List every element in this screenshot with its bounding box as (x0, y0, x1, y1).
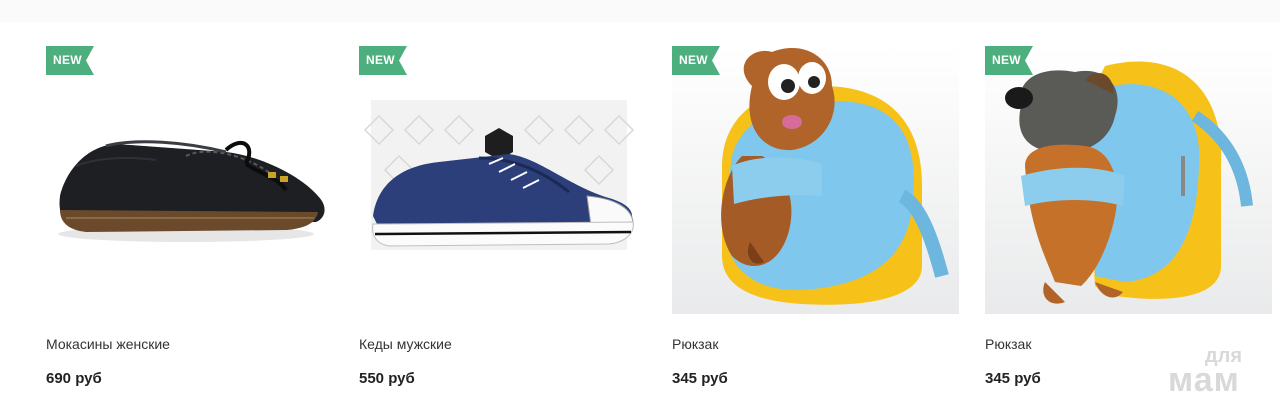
product-image[interactable]: NEW (985, 46, 1272, 314)
new-badge: NEW (46, 46, 94, 75)
product-card[interactable]: NEW Мокасины женские 690 руб (46, 46, 333, 388)
product-card[interactable]: NEW Кеды мужские 550 руб (359, 46, 646, 388)
new-badge: NEW (672, 46, 720, 75)
product-image[interactable]: NEW (46, 46, 333, 314)
product-title[interactable]: Кеды мужские (359, 336, 646, 353)
watermark-line2: мам (1168, 361, 1240, 399)
dog-backpack-image (985, 46, 1272, 314)
new-badge: NEW (359, 46, 407, 75)
beaver-backpack-image (672, 46, 959, 314)
product-grid: NEW Мокасины женские 690 руб NEW Кеды му… (46, 46, 1272, 388)
product-card[interactable]: NEW Рюкзак 345 руб (985, 46, 1272, 388)
product-price: 345 руб (672, 370, 728, 387)
sneaker-image (359, 46, 646, 314)
product-image[interactable]: NEW (359, 46, 646, 314)
product-title[interactable]: Рюкзак (672, 336, 959, 353)
product-image[interactable]: NEW (672, 46, 959, 314)
product-price: 550 руб (359, 370, 415, 387)
product-card[interactable]: NEW Рюкзак 345 руб (672, 46, 959, 388)
new-badge: NEW (985, 46, 1033, 75)
site-watermark: для мам (1168, 346, 1268, 400)
product-price: 690 руб (46, 370, 102, 387)
top-strip (0, 0, 1280, 22)
product-title[interactable]: Мокасины женские (46, 336, 333, 353)
loafer-image (46, 46, 333, 314)
